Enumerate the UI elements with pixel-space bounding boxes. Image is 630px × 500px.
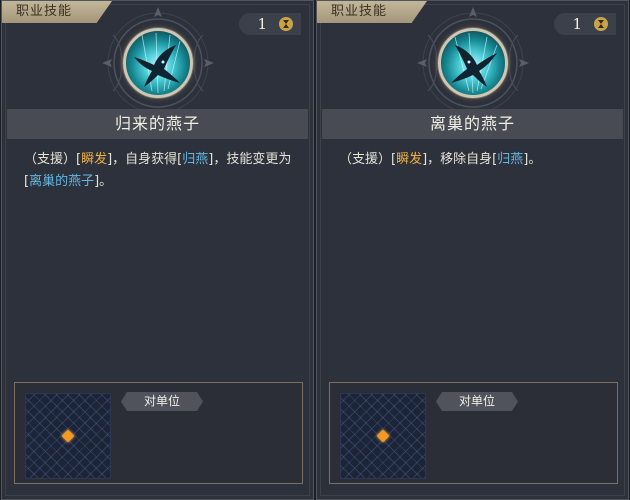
skill-description: （支援）[瞬发]，自身获得[归燕]，技能变更为[离巢的燕子]。 xyxy=(24,149,295,193)
skill-card-departing-swallow[interactable]: 职业技能 1 离巢的燕子 （支援）[瞬发]，移除自身[归燕]。 对单位 xyxy=(316,0,629,500)
target-label: 对单位 xyxy=(121,392,203,411)
skill-description: （支援）[瞬发]，移除自身[归燕]。 xyxy=(339,149,610,171)
keyword-returning-swallow[interactable]: 归燕 xyxy=(497,152,523,167)
desc-text: ]，自身获得[ xyxy=(107,152,183,167)
target-marker xyxy=(61,429,75,443)
keyword-instant[interactable]: 瞬发 xyxy=(396,152,422,167)
target-grid-preview xyxy=(25,393,111,479)
skill-icon-frame xyxy=(122,28,193,98)
target-label: 对单位 xyxy=(436,392,518,411)
skill-type-tag: 职业技能 xyxy=(317,1,427,23)
keyword-departing-swallow[interactable]: 离巢的燕子 xyxy=(29,174,94,189)
hourglass-icon xyxy=(279,17,293,31)
swallow-icon xyxy=(437,28,508,98)
desc-text: （支援）[ xyxy=(24,152,82,167)
target-panel: 对单位 xyxy=(329,382,618,484)
keyword-instant[interactable]: 瞬发 xyxy=(81,152,107,167)
skill-icon-frame xyxy=(437,28,508,98)
cost-badge: 1 xyxy=(239,13,301,35)
desc-text: ]。 xyxy=(94,174,113,189)
skill-title: 归来的燕子 xyxy=(7,109,308,139)
cost-value: 1 xyxy=(572,15,582,33)
swallow-icon xyxy=(122,28,193,98)
cost-badge: 1 xyxy=(554,13,616,35)
cost-value: 1 xyxy=(257,15,267,33)
skill-type-tag: 职业技能 xyxy=(2,1,112,23)
desc-text: （支援）[ xyxy=(339,152,397,167)
hourglass-icon xyxy=(594,17,608,31)
target-grid-preview xyxy=(340,393,426,479)
target-panel: 对单位 xyxy=(14,382,303,484)
desc-text: ]，移除自身[ xyxy=(422,152,498,167)
keyword-returning-swallow[interactable]: 归燕 xyxy=(182,152,208,167)
skill-card-return-swallow[interactable]: 职业技能 1 归来的燕子 （支援）[瞬发]，自身获得[归燕]，技能变更为[离巢的… xyxy=(1,0,314,500)
skill-title: 离巢的燕子 xyxy=(322,109,623,139)
target-marker xyxy=(376,429,390,443)
desc-text: ]。 xyxy=(523,152,542,167)
